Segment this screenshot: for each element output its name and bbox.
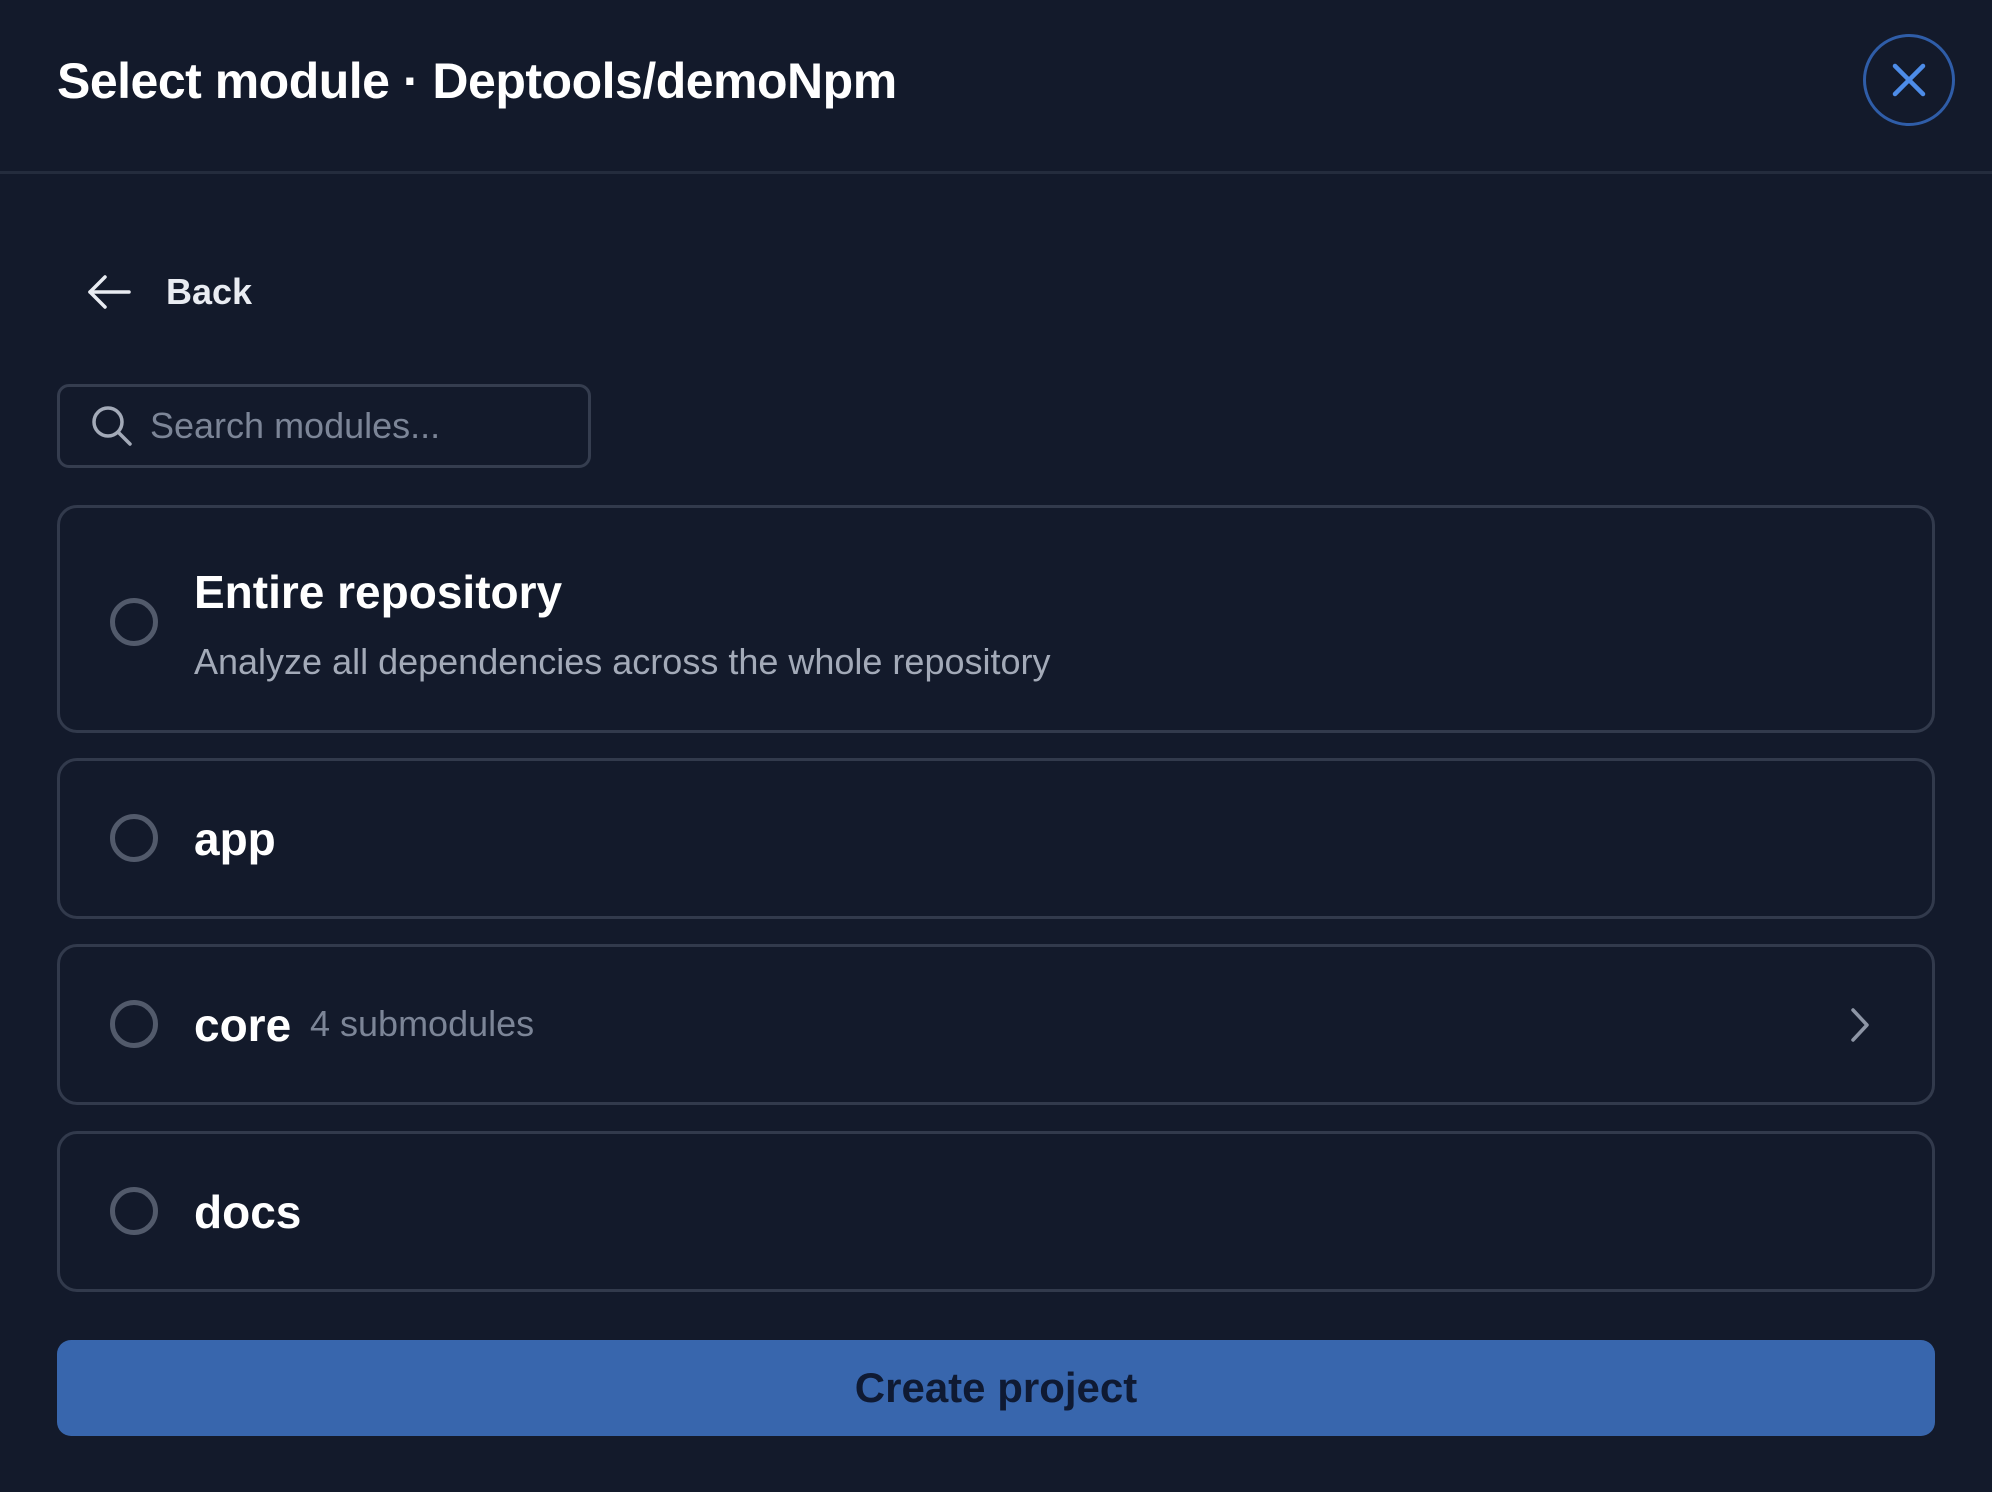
submodule-count: 4 submodules <box>310 1003 535 1044</box>
radio-button[interactable] <box>110 1187 158 1235</box>
create-project-button[interactable]: Create project <box>57 1340 1935 1436</box>
option-title: core <box>194 999 292 1051</box>
radio-button[interactable] <box>110 598 158 646</box>
option-title: Entire repository <box>194 566 563 618</box>
back-button[interactable]: Back <box>85 262 252 322</box>
arrow-left-icon <box>88 275 131 309</box>
dialog-header: Select module · Deptools/demoNpm <box>0 0 1992 174</box>
radio-button[interactable] <box>110 1000 158 1048</box>
option-app[interactable]: app <box>57 758 1935 919</box>
option-entire-repository[interactable]: Entire repository Analyze all dependenci… <box>57 505 1935 733</box>
close-button[interactable] <box>1863 34 1955 126</box>
option-title: app <box>194 813 276 865</box>
select-module-dialog: Select module · Deptools/demoNpm Back En… <box>0 0 1992 1492</box>
dialog-title: Select module · Deptools/demoNpm <box>57 53 897 109</box>
option-description: Analyze all dependencies across the whol… <box>194 641 1051 682</box>
search-box[interactable] <box>57 384 615 468</box>
search-icon <box>90 404 134 448</box>
search-input[interactable] <box>150 405 615 447</box>
option-core[interactable]: core 4 submodules <box>57 944 1935 1105</box>
close-icon <box>1892 63 1926 97</box>
back-label: Back <box>166 271 253 312</box>
chevron-right-icon[interactable] <box>1844 1003 1876 1047</box>
option-title: docs <box>194 1186 302 1238</box>
option-docs[interactable]: docs <box>57 1131 1935 1292</box>
radio-button[interactable] <box>110 814 158 862</box>
